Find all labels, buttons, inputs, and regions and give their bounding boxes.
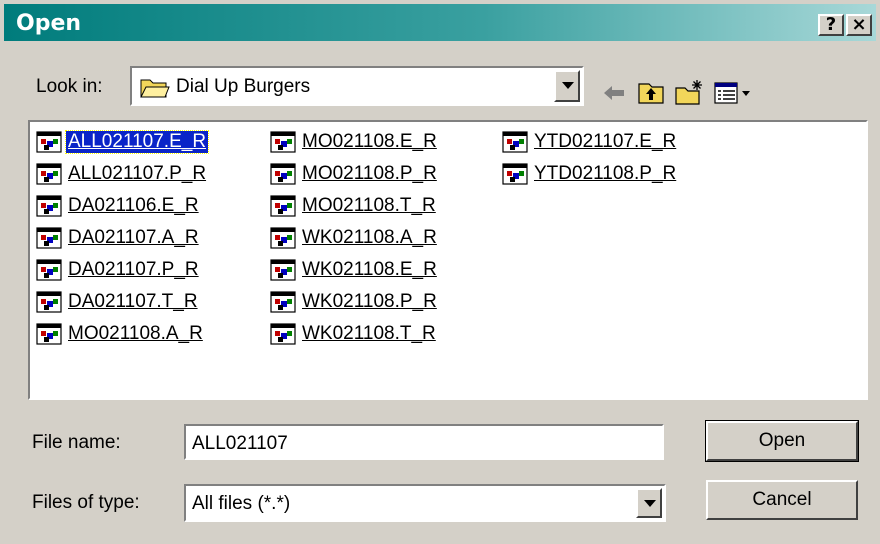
open-dialog: Open ? × Look in: Dial Up Burgers ALL021… xyxy=(0,0,880,544)
file-icon xyxy=(270,131,296,153)
file-name: YTD021107.E_R xyxy=(534,131,677,152)
file-icon xyxy=(270,291,296,313)
file-item[interactable]: DA021107.P_R xyxy=(36,256,201,284)
file-icon xyxy=(502,131,528,153)
file-name: DA021107.P_R xyxy=(68,259,199,280)
open-button[interactable]: Open xyxy=(705,420,859,462)
file-name-field[interactable]: ALL021107 xyxy=(184,424,664,460)
file-name: MO021108.P_R xyxy=(302,163,437,184)
file-type-label: Files of type: xyxy=(32,492,140,513)
file-item[interactable]: WK021108.A_R xyxy=(270,224,439,252)
file-name: WK021108.E_R xyxy=(302,259,437,280)
file-name: MO021108.A_R xyxy=(68,323,203,344)
file-icon xyxy=(502,163,528,185)
open-folder-icon xyxy=(140,79,170,98)
file-icon xyxy=(270,227,296,249)
file-name-value: ALL021107 xyxy=(192,433,288,454)
file-item[interactable]: ALL021107.P_R xyxy=(36,160,208,188)
help-button[interactable]: ? xyxy=(818,14,844,36)
file-icon xyxy=(36,323,62,345)
look-in-dropdown[interactable]: Dial Up Burgers xyxy=(130,66,584,106)
file-item[interactable]: DA021106.E_R xyxy=(36,192,201,220)
look-in-value: Dial Up Burgers xyxy=(176,76,311,97)
file-list[interactable]: ALL021107.E_R ALL021107.P_R DA021106.E_R DA… xyxy=(28,120,868,400)
file-name: WK021108.T_R xyxy=(302,323,436,344)
file-icon xyxy=(270,195,296,217)
new-folder-icon[interactable] xyxy=(674,78,704,108)
close-button[interactable]: × xyxy=(846,14,872,36)
file-type-value: All files (*.*) xyxy=(192,493,291,514)
file-item[interactable]: MO021108.P_R xyxy=(270,160,439,188)
file-icon xyxy=(270,259,296,281)
file-item[interactable]: YTD021107.E_R xyxy=(502,128,678,156)
look-in-label: Look in: xyxy=(36,76,103,97)
title-bar[interactable]: Open ? × xyxy=(4,4,876,41)
up-folder-icon[interactable] xyxy=(636,78,666,108)
cancel-button[interactable]: Cancel xyxy=(706,480,858,520)
file-name: MO021108.T_R xyxy=(302,195,436,216)
file-item[interactable]: DA021107.A_R xyxy=(36,224,201,252)
file-icon xyxy=(36,259,62,281)
file-name: DA021106.E_R xyxy=(68,195,199,216)
file-name: MO021108.E_R xyxy=(302,131,437,152)
file-item[interactable]: WK021108.P_R xyxy=(270,288,439,316)
file-type-dropdown-arrow[interactable] xyxy=(636,488,662,518)
file-name: WK021108.P_R xyxy=(302,291,437,312)
file-icon xyxy=(36,291,62,313)
file-icon xyxy=(36,131,62,153)
file-name: ALL021107.P_R xyxy=(68,163,207,184)
file-icon xyxy=(36,195,62,217)
file-icon xyxy=(36,227,62,249)
look-in-dropdown-arrow[interactable] xyxy=(554,70,580,102)
file-name-label: File name: xyxy=(32,432,121,453)
file-type-dropdown[interactable]: All files (*.*) xyxy=(184,484,666,522)
file-name: WK021108.A_R xyxy=(302,227,437,248)
file-item[interactable]: WK021108.T_R xyxy=(270,320,438,348)
dialog-title: Open xyxy=(16,11,82,36)
view-menu-icon[interactable] xyxy=(712,78,754,108)
file-item[interactable]: MO021108.A_R xyxy=(36,320,205,348)
file-name: DA021107.T_R xyxy=(68,291,198,312)
file-item[interactable]: MO021108.E_R xyxy=(270,128,439,156)
file-name: DA021107.A_R xyxy=(68,227,199,248)
file-item[interactable]: ALL021107.E_R xyxy=(36,128,210,156)
back-icon[interactable] xyxy=(600,78,630,108)
file-icon xyxy=(270,323,296,345)
file-name: ALL021107.E_R xyxy=(64,130,210,154)
file-name: YTD021108.P_R xyxy=(534,163,677,184)
file-item[interactable]: MO021108.T_R xyxy=(270,192,438,220)
file-icon xyxy=(36,163,62,185)
file-item[interactable]: WK021108.E_R xyxy=(270,256,439,284)
file-item[interactable]: YTD021108.P_R xyxy=(502,160,678,188)
file-icon xyxy=(270,163,296,185)
file-item[interactable]: DA021107.T_R xyxy=(36,288,200,316)
